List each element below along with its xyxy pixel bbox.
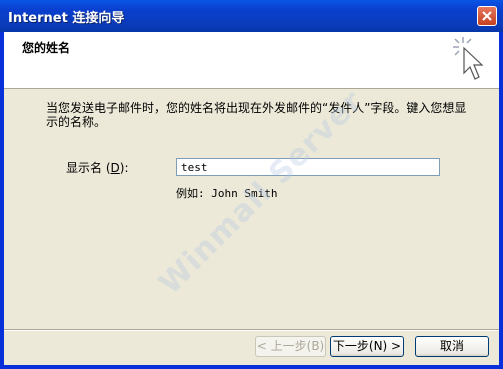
title-bar[interactable]: Internet 连接向导 bbox=[0, 0, 503, 32]
display-name-label-text: 显示名 bbox=[66, 161, 103, 175]
button-separator bbox=[4, 329, 499, 331]
cancel-button[interactable]: 取消 bbox=[415, 336, 489, 357]
display-name-input[interactable] bbox=[176, 158, 440, 176]
display-name-label-suffix: ): bbox=[119, 161, 129, 175]
wizard-header: 您的姓名 bbox=[4, 32, 499, 89]
window-title: Internet 连接向导 bbox=[8, 11, 125, 26]
intro-text: 当您发送电子邮件时，您的姓名将出现在外发邮件的“发件人”字段。键入您想显示的名称… bbox=[46, 101, 467, 129]
next-button[interactable]: 下一步(N) > bbox=[330, 336, 404, 357]
wizard-window: Internet 连接向导 您的姓名 当您发送电子邮件时，您的姓名将出现在外发邮… bbox=[0, 0, 503, 369]
wizard-body: 当您发送电子邮件时，您的姓名将出现在外发邮件的“发件人”字段。键入您想显示的名称… bbox=[4, 89, 499, 369]
example-text: 例如: John Smith bbox=[176, 187, 278, 200]
display-name-hotkey: D bbox=[110, 161, 120, 175]
back-button[interactable]: < 上一步(B) bbox=[255, 336, 326, 357]
close-icon bbox=[482, 11, 492, 21]
wizard-cursor-icon bbox=[453, 37, 484, 80]
page-title: 您的姓名 bbox=[22, 41, 71, 55]
display-name-label: 显示名 (D): bbox=[66, 161, 129, 175]
close-button[interactable] bbox=[477, 6, 497, 26]
